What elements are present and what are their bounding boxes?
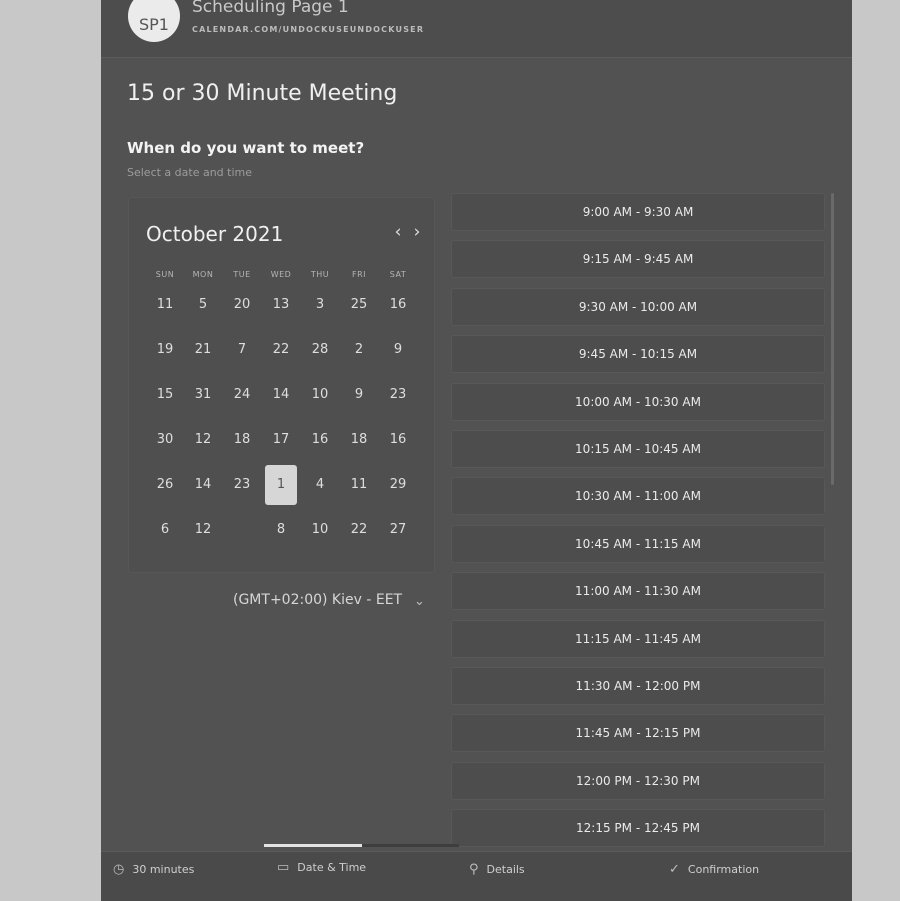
scheduling-panel: SP1 Scheduling Page 1 CALENDAR.COM/UNDOC… xyxy=(101,0,852,901)
scrollbar-thumb[interactable] xyxy=(831,193,834,485)
calendar-day[interactable]: 24 xyxy=(226,379,258,411)
avatar: SP1 xyxy=(128,0,180,42)
weekday-header: FRI xyxy=(351,270,367,279)
step-date-time-label: Date & Time xyxy=(297,861,367,874)
time-slot-scrollbar[interactable] xyxy=(830,193,836,493)
calendar-day[interactable]: 17 xyxy=(265,424,297,456)
calendar-day[interactable]: 9 xyxy=(382,334,414,366)
time-slot-button[interactable]: 11:30 AM - 12:00 PM xyxy=(451,667,825,705)
chevron-right-icon[interactable]: › xyxy=(408,222,426,242)
calendar-day[interactable]: 22 xyxy=(343,514,375,546)
calendar-month-label: October 2021 xyxy=(146,222,284,246)
calendar-day[interactable]: 8 xyxy=(265,514,297,546)
calendar-day[interactable]: 14 xyxy=(265,379,297,411)
calendar-day[interactable]: 25 xyxy=(343,289,375,321)
step-details[interactable]: ⚲ Details xyxy=(469,862,525,877)
time-slot-list[interactable]: 9:00 AM - 9:30 AM 9:15 AM - 9:45 AM 9:30 A… xyxy=(451,193,825,850)
calendar-day[interactable]: 16 xyxy=(304,424,336,456)
weekday-header: SUN xyxy=(155,270,175,279)
time-slot-button[interactable]: 12:00 PM - 12:30 PM xyxy=(451,761,825,800)
calendar-day[interactable]: 22 xyxy=(265,334,297,366)
event-title: 15 or 30 Minute Meeting xyxy=(127,81,398,106)
time-slot-button[interactable]: 11:45 AM - 12:15 PM xyxy=(451,714,825,753)
step-duration[interactable]: ◷ 30 minutes xyxy=(113,862,194,877)
page-header: SP1 Scheduling Page 1 CALENDAR.COM/UNDOC… xyxy=(101,0,852,58)
calendar-day[interactable]: 27 xyxy=(382,514,414,546)
calendar-day[interactable]: 19 xyxy=(149,334,181,366)
check-icon: ✓ xyxy=(669,862,680,877)
user-icon: ⚲ xyxy=(469,862,479,877)
step-duration-label: 30 minutes xyxy=(132,863,195,876)
calendar-day[interactable]: 4 xyxy=(304,469,336,501)
calendar-day[interactable]: 18 xyxy=(343,424,375,456)
calendar-day[interactable]: 21 xyxy=(187,334,219,366)
step-confirmation-label: Confirmation xyxy=(687,863,760,876)
calendar-day[interactable]: 28 xyxy=(304,334,336,366)
calendar-day[interactable]: 3 xyxy=(304,289,336,321)
calendar-day[interactable]: 18 xyxy=(226,424,258,456)
time-slot-button[interactable]: 10:30 AM - 11:00 AM xyxy=(451,477,825,516)
calendar-day[interactable]: 12 xyxy=(187,424,219,456)
time-slot-button[interactable]: 9:30 AM - 10:00 AM xyxy=(451,287,825,326)
question-subtitle: Select a date and time xyxy=(127,166,253,179)
calendar-day[interactable]: 30 xyxy=(149,424,181,456)
time-slot-button[interactable]: 11:00 AM - 11:30 AM xyxy=(451,572,825,611)
chevron-left-icon[interactable]: ‹ xyxy=(389,222,407,242)
time-slot-button[interactable]: 10:00 AM - 10:30 AM xyxy=(451,382,825,421)
calendar-day[interactable]: 10 xyxy=(304,514,336,546)
calendar-day[interactable]: 11 xyxy=(149,289,181,321)
date-picker: October 2021 ‹ › SUN MON TUE WED THU FRI SAT 11… xyxy=(128,197,435,573)
weekday-header: SAT xyxy=(389,270,407,279)
calendar-day[interactable]: 2 xyxy=(343,334,375,366)
calendar-day[interactable]: 16 xyxy=(382,424,414,456)
calendar-day[interactable]: 16 xyxy=(382,289,414,321)
calendar-day[interactable]: 10 xyxy=(304,379,336,411)
calendar-day[interactable]: 9 xyxy=(343,379,375,411)
calendar-day[interactable]: 14 xyxy=(187,469,219,501)
calendar-day[interactable]: 15 xyxy=(149,379,181,411)
calendar-day[interactable]: 29 xyxy=(382,469,414,501)
calendar-day[interactable]: 31 xyxy=(187,379,219,411)
time-slot-button[interactable]: 9:45 AM - 10:15 AM xyxy=(451,335,825,374)
calendar-day[interactable]: 23 xyxy=(382,379,414,411)
weekday-header: MON xyxy=(192,270,214,279)
calendar-day[interactable]: 20 xyxy=(226,289,258,321)
calendar-day[interactable]: 26 xyxy=(149,469,181,501)
progress-fill xyxy=(264,844,362,847)
timezone-select[interactable]: (GMT+02:00) Kiev - EET xyxy=(233,592,402,608)
calendar-day[interactable]: 5 xyxy=(187,289,219,321)
calendar-icon: ▭ xyxy=(277,860,290,875)
calendar-day[interactable]: 23 xyxy=(226,469,258,501)
time-slot-button[interactable]: 9:15 AM - 9:45 AM xyxy=(451,240,825,279)
calendar-day xyxy=(226,514,258,546)
weekday-header: THU xyxy=(310,270,330,279)
time-slot-button[interactable]: 10:45 AM - 11:15 AM xyxy=(451,524,825,563)
time-slot-button[interactable]: 12:15 PM - 12:45 PM xyxy=(451,809,825,848)
time-slot-button[interactable]: 11:15 AM - 11:45 AM xyxy=(451,619,825,658)
step-confirmation[interactable]: ✓ Confirmation xyxy=(669,862,759,877)
step-footer: ◷ 30 minutes ▭ Date & Time ⚲ Details ✓ C… xyxy=(101,851,852,901)
calendar-day[interactable]: 11 xyxy=(343,469,375,501)
time-slot-button[interactable]: 9:00 AM - 9:30 AM xyxy=(451,193,825,231)
calendar-day[interactable]: 6 xyxy=(149,514,181,546)
chevron-down-icon[interactable]: ⌄ xyxy=(414,594,425,609)
clock-icon: ◷ xyxy=(113,862,125,877)
weekday-header: WED xyxy=(270,270,292,279)
scheduling-page-url[interactable]: CALENDAR.COM/UNDOCKUSEUNDOCKUSER xyxy=(192,25,424,34)
calendar-day-selected[interactable]: 1 xyxy=(265,465,297,505)
step-date-time[interactable]: ▭ Date & Time xyxy=(277,860,366,875)
calendar-day[interactable]: 7 xyxy=(226,334,258,366)
calendar-day[interactable]: 12 xyxy=(187,514,219,546)
scheduling-page-name: Scheduling Page 1 xyxy=(192,0,349,17)
time-slot-button[interactable]: 10:15 AM - 10:45 AM xyxy=(451,430,825,468)
step-details-label: Details xyxy=(486,863,525,876)
step-progress-bar xyxy=(264,838,459,851)
question-heading: When do you want to meet? xyxy=(127,139,365,157)
calendar-day[interactable]: 13 xyxy=(265,289,297,321)
weekday-header: TUE xyxy=(233,270,251,279)
